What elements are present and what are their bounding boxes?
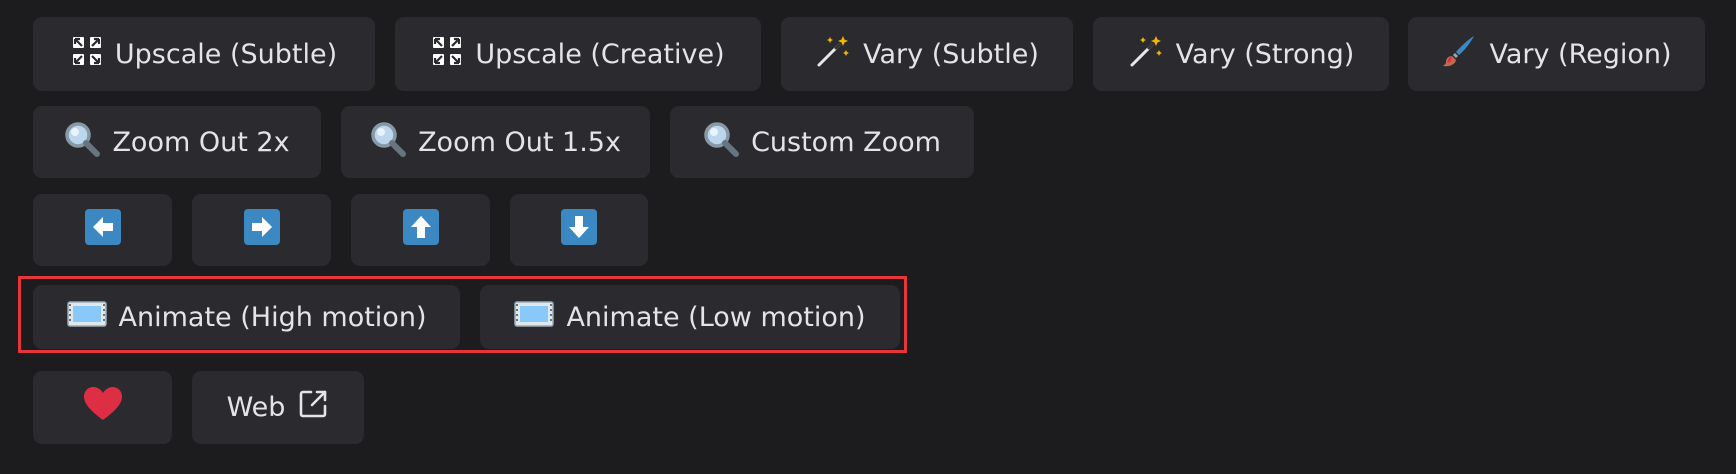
vary-region-label: Vary (Region) <box>1489 38 1672 70</box>
vary-strong-label: Vary (Strong) <box>1175 38 1355 70</box>
pan-down-button[interactable] <box>510 194 648 266</box>
magic-wand-icon <box>1128 33 1164 76</box>
upscale-subtle-button[interactable]: Upscale (Subtle) <box>33 17 375 91</box>
arrow-left-icon <box>84 208 121 252</box>
upscale-subtle-label: Upscale (Subtle) <box>114 38 338 70</box>
upscale-arrows-icon <box>71 35 103 74</box>
heart-icon <box>83 386 123 429</box>
zoom-out-2x-button[interactable]: Zoom Out 2x <box>33 106 321 178</box>
vary-subtle-label: Vary (Subtle) <box>863 38 1039 70</box>
custom-zoom-label: Custom Zoom <box>751 126 941 158</box>
animate-high-motion-button[interactable]: Animate (High motion) <box>33 285 460 349</box>
zoom-out-1-5x-label: Zoom Out 1.5x <box>418 126 621 158</box>
magnifier-icon <box>370 121 407 164</box>
web-button[interactable]: Web <box>192 371 364 444</box>
pan-up-button[interactable] <box>351 194 490 266</box>
vary-subtle-button[interactable]: Vary (Subtle) <box>781 17 1073 91</box>
pan-right-button[interactable] <box>192 194 331 266</box>
arrow-up-icon <box>402 208 439 252</box>
magnifier-icon <box>703 121 740 164</box>
magnifier-icon <box>64 121 101 164</box>
favorite-button[interactable] <box>33 371 172 444</box>
animate-low-motion-button[interactable]: Animate (Low motion) <box>480 285 900 349</box>
web-label: Web <box>226 392 286 423</box>
animate-low-motion-label: Animate (Low motion) <box>566 301 866 333</box>
zoom-out-1-5x-button[interactable]: Zoom Out 1.5x <box>341 106 650 178</box>
film-frames-icon <box>66 300 107 335</box>
custom-zoom-button[interactable]: Custom Zoom <box>670 106 974 178</box>
vary-region-button[interactable]: Vary (Region) <box>1408 17 1705 91</box>
arrow-right-icon <box>243 208 280 252</box>
paintbrush-icon <box>1441 33 1477 76</box>
upscale-creative-button[interactable]: Upscale (Creative) <box>395 17 761 91</box>
zoom-out-2x-label: Zoom Out 2x <box>112 126 290 158</box>
upscale-creative-label: Upscale (Creative) <box>475 38 725 70</box>
vary-strong-button[interactable]: Vary (Strong) <box>1093 17 1389 91</box>
film-frames-icon <box>514 300 555 335</box>
arrow-down-icon <box>561 208 597 252</box>
pan-left-button[interactable] <box>33 194 172 266</box>
animate-high-motion-label: Animate (High motion) <box>118 301 427 333</box>
external-link-icon <box>297 388 329 427</box>
upscale-arrows-icon <box>431 35 463 74</box>
magic-wand-icon <box>815 33 851 76</box>
